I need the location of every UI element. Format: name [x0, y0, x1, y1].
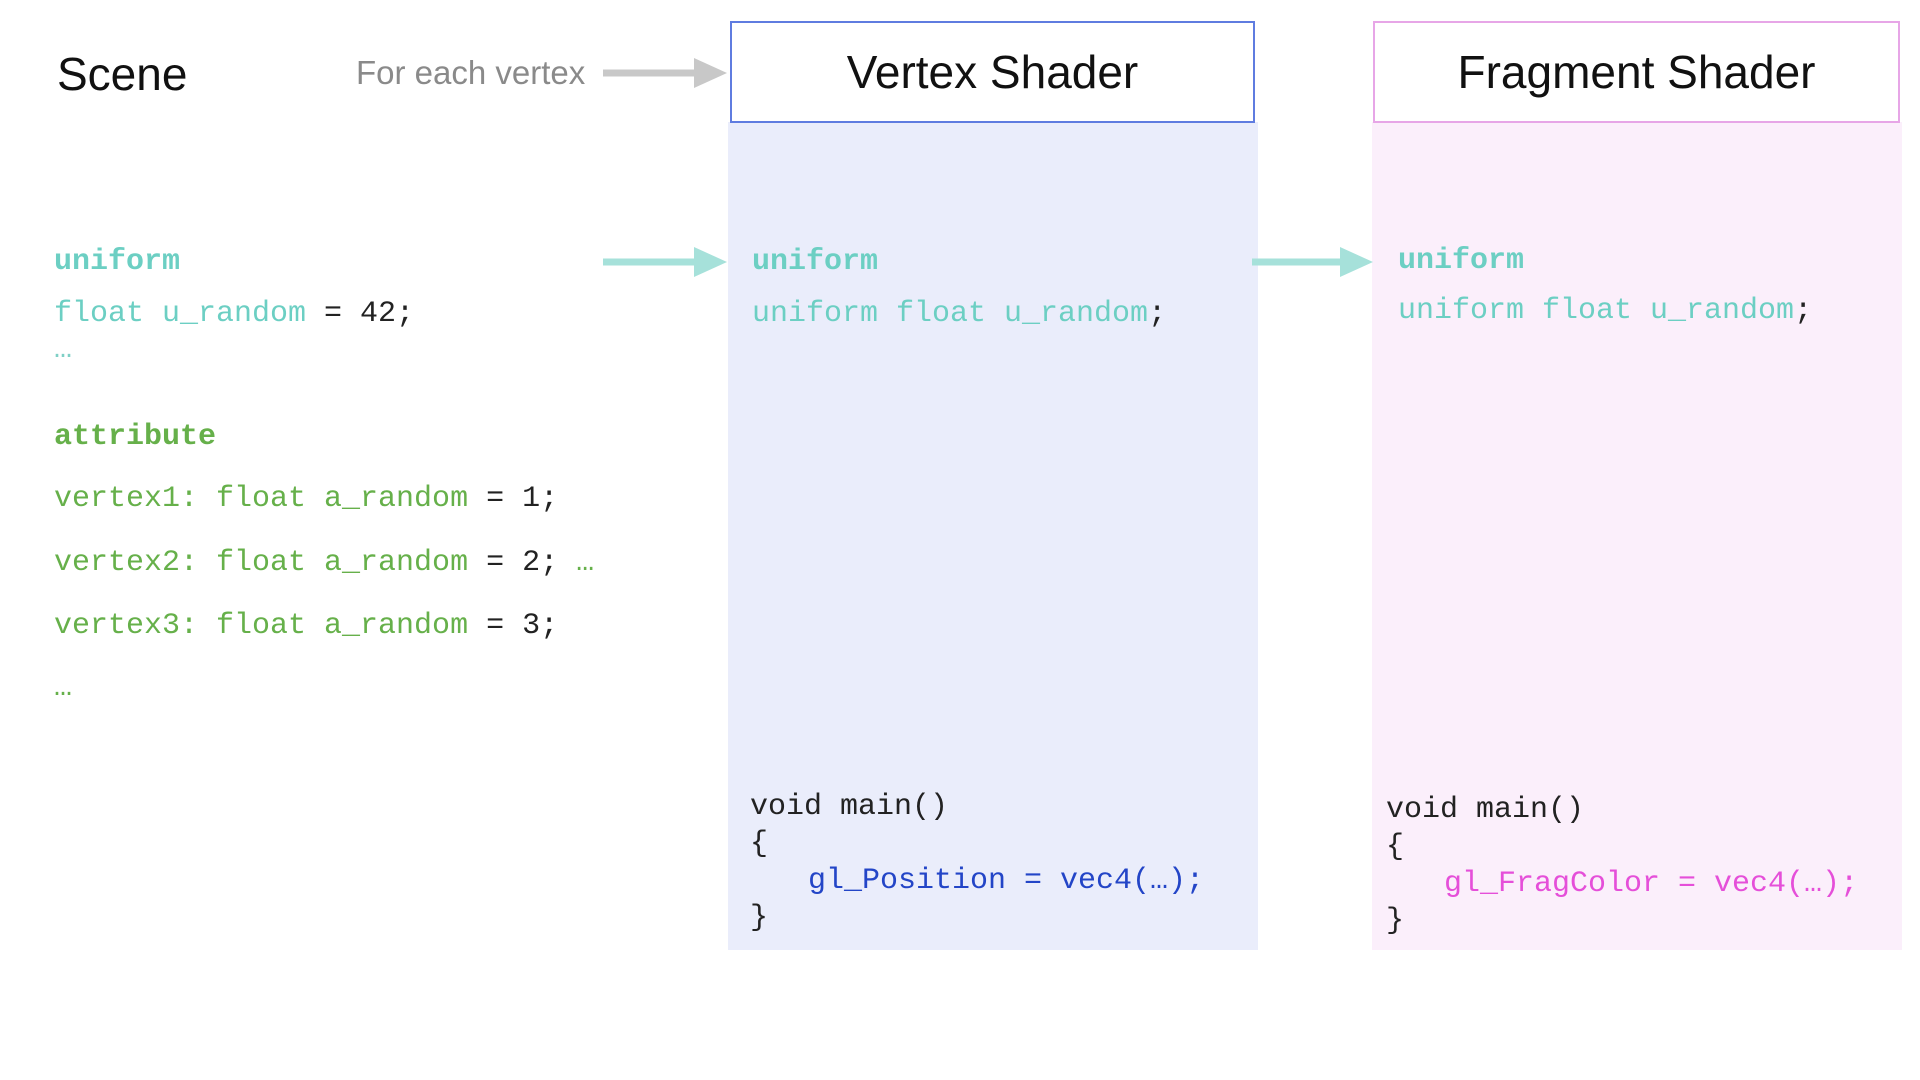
flow-arrows [603, 58, 1373, 277]
attribute-decl: vertex2: float a_random [54, 546, 469, 580]
attribute-line: vertex3: float a_random = 3; [54, 608, 558, 644]
vertex-uniform-semicolon: ; [1148, 297, 1167, 331]
scene-uniform-ellipsis: … [54, 333, 73, 367]
scene-attribute-keyword: attribute [54, 420, 217, 454]
attribute-value: = 2; [468, 546, 559, 580]
attribute-decl: vertex1: float a_random [54, 482, 469, 516]
fragment-uniform-semicolon: ; [1794, 294, 1813, 328]
attribute-extra: … [558, 546, 595, 580]
teal-arrow-scene-to-vertex-icon [603, 247, 727, 277]
vertex-open-brace: { [750, 827, 769, 861]
attribute-value: = 3; [468, 609, 559, 643]
vertex-main-body: gl_Position = vec4(…); [808, 864, 1205, 898]
scene-uniform-value: = 42; [306, 297, 415, 331]
teal-arrow-vertex-to-fragment-icon [1252, 247, 1373, 277]
vertex-main-signature: void main() [750, 790, 949, 824]
fragment-main-signature: void main() [1386, 793, 1585, 827]
scene-uniform-keyword: uniform [54, 245, 181, 279]
fragment-uniform-decl: uniform float u_random [1398, 294, 1795, 328]
fragment-main-body: gl_FragColor = vec4(…); [1444, 867, 1859, 901]
fragment-uniform-keyword: uniform [1398, 244, 1525, 278]
fragment-uniform-line: uniform float u_random; [1398, 293, 1812, 329]
vertex-close-brace: } [750, 901, 769, 935]
vertex-uniform-decl: uniform float u_random [752, 297, 1149, 331]
scene-uniform-line: float u_random = 42; [54, 296, 414, 332]
fragment-close-brace: } [1386, 904, 1405, 938]
attribute-decl: vertex3: float a_random [54, 609, 469, 643]
scene-attribute-ellipsis: … [54, 671, 73, 705]
attribute-line: vertex2: float a_random = 2; … [54, 545, 594, 581]
gray-arrow-icon [603, 58, 727, 88]
fragment-open-brace: { [1386, 830, 1405, 864]
attribute-line: vertex1: float a_random = 1; [54, 481, 558, 517]
vertex-uniform-line: uniform float u_random; [752, 296, 1166, 332]
vertex-uniform-keyword: uniform [752, 245, 879, 279]
attribute-value: = 1; [468, 482, 559, 516]
scene-uniform-decl: float u_random [54, 297, 307, 331]
